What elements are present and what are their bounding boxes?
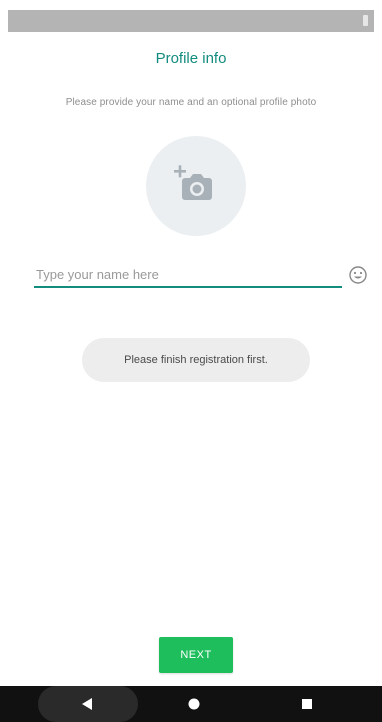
page-title: Profile info xyxy=(155,50,227,67)
profile-photo-button[interactable] xyxy=(146,136,246,236)
battery-icon xyxy=(363,15,368,26)
navigation-bar xyxy=(0,686,382,722)
add-camera-icon xyxy=(174,165,212,200)
next-button[interactable]: NEXT xyxy=(159,637,233,673)
status-bar xyxy=(8,10,374,32)
back-triangle-icon[interactable] xyxy=(80,697,94,711)
smiley-icon[interactable] xyxy=(348,265,368,285)
page-subtitle: Please provide your name and an optional… xyxy=(65,97,317,108)
recents-square-icon[interactable] xyxy=(300,697,314,711)
home-circle-icon[interactable] xyxy=(187,697,201,711)
toast-message: Please finish registration first. xyxy=(82,338,310,382)
name-input[interactable] xyxy=(34,262,342,288)
